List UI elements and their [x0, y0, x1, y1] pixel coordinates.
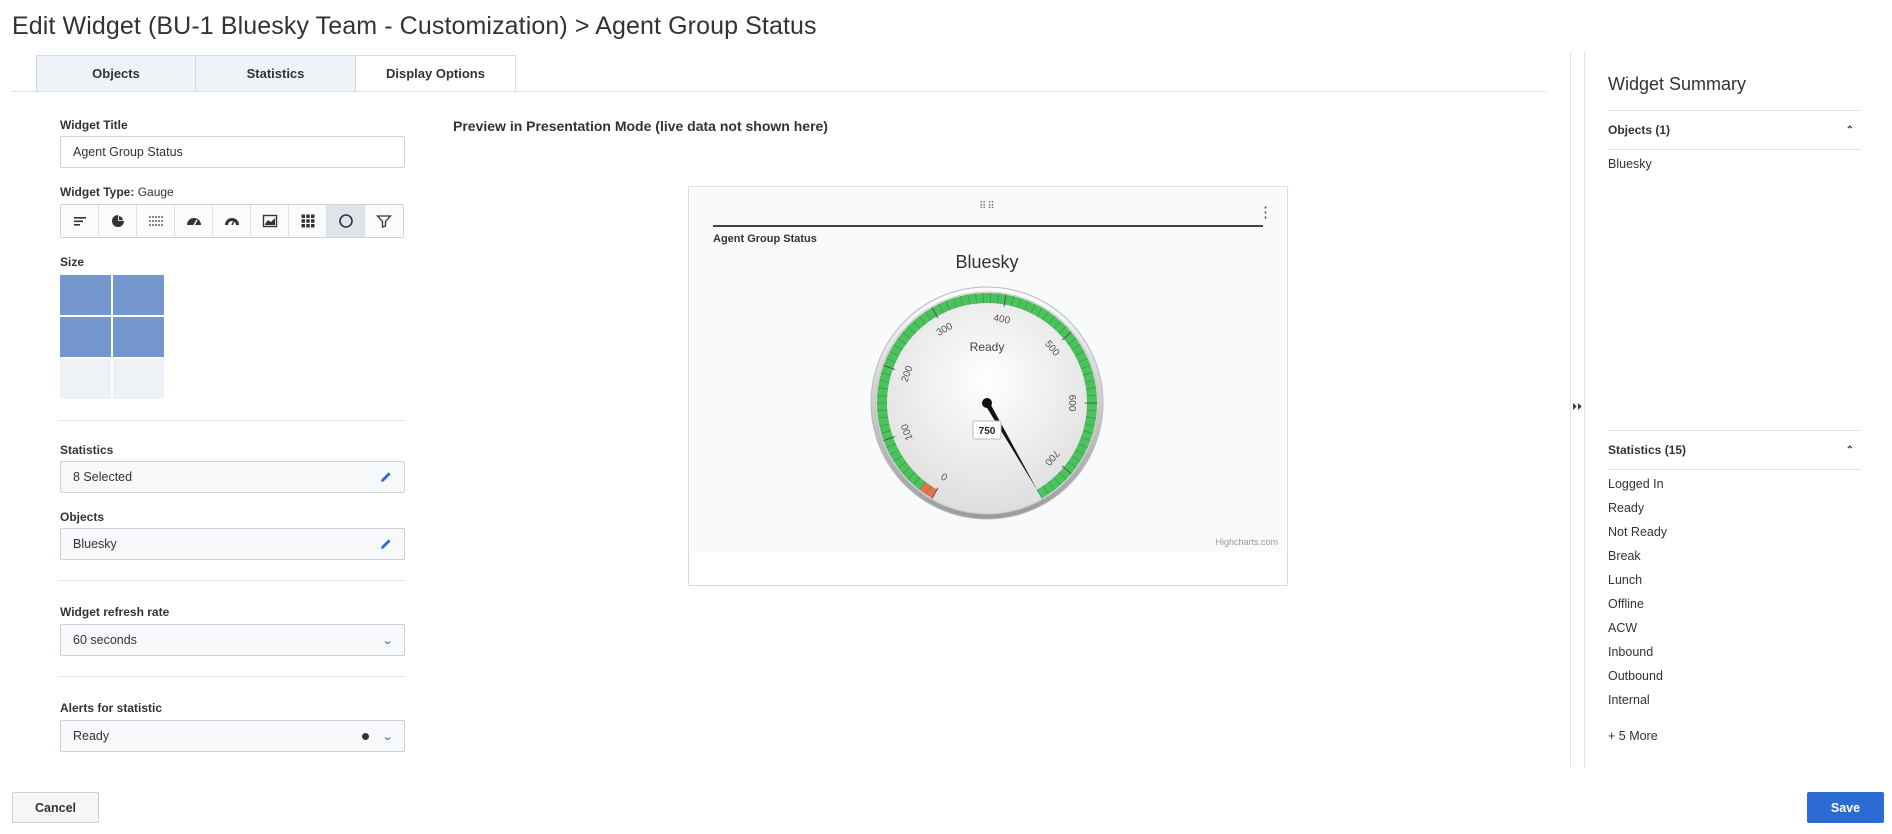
- dot-matrix-icon: [148, 216, 163, 226]
- chart-credits[interactable]: Highcharts.com: [1215, 537, 1278, 547]
- chevron-down-icon: ⌄: [381, 730, 394, 743]
- section-divider: [60, 580, 405, 581]
- line-chart-icon: [262, 214, 277, 228]
- summary-statistic-item: Offline: [1608, 597, 1644, 611]
- type-half-gauge-button[interactable]: [175, 205, 213, 237]
- tab-objects[interactable]: Objects: [36, 55, 196, 91]
- summary-panel-border: [1584, 52, 1585, 767]
- grid-icon: [301, 214, 314, 228]
- cancel-button[interactable]: Cancel: [12, 792, 99, 823]
- summary-statistic-item: Lunch: [1608, 573, 1643, 587]
- size-cell[interactable]: [113, 317, 164, 357]
- gauge-tick-label: 600: [1066, 395, 1077, 412]
- gauge-title: Bluesky: [955, 252, 1018, 272]
- alert-status-dot-icon: [361, 732, 369, 740]
- card-title: Agent Group Status: [713, 233, 817, 245]
- size-cell[interactable]: [113, 275, 164, 315]
- edit-objects-icon[interactable]: [380, 538, 392, 550]
- summary-objects-header-label: Objects (1): [1608, 123, 1671, 137]
- summary-panel-border: [1570, 52, 1571, 767]
- chevron-down-icon: ⌄: [381, 634, 394, 647]
- gauge-series-label: Ready: [970, 340, 1005, 354]
- size-label: Size: [60, 255, 85, 269]
- type-grid-button[interactable]: [289, 205, 327, 237]
- type-pie-chart-button[interactable]: [99, 205, 137, 237]
- card-title-rule: [713, 225, 1263, 227]
- bar-chart-icon: [73, 217, 86, 226]
- widget-type-label: Widget Type: Gauge: [60, 185, 174, 199]
- summary-statistics-header-label: Statistics (15): [1608, 443, 1687, 457]
- refresh-rate-select[interactable]: 60 seconds ⌄: [60, 624, 405, 656]
- refresh-rate-value: 60 seconds: [73, 633, 137, 647]
- summary-statistic-item: Ready: [1608, 501, 1645, 515]
- objects-value: Bluesky: [73, 537, 117, 551]
- section-divider: [60, 420, 405, 421]
- summary-statistic-item: Inbound: [1608, 645, 1654, 659]
- alerts-select[interactable]: Ready ⌄: [60, 720, 405, 752]
- objects-label: Objects: [60, 510, 105, 524]
- statistics-label: Statistics: [60, 443, 114, 457]
- summary-statistics-header[interactable]: Statistics (15) ⌃: [1608, 430, 1860, 470]
- widget-type-label-text: Widget Type:: [60, 185, 135, 199]
- statistics-field[interactable]: 8 Selected: [60, 461, 405, 493]
- type-bar-chart-button[interactable]: [61, 205, 99, 237]
- widget-type-selector: [60, 204, 404, 238]
- half-gauge-icon: [186, 218, 201, 226]
- objects-field[interactable]: Bluesky: [60, 528, 405, 560]
- gauge-chart: Bluesky0100200300400500600700Ready750: [870, 252, 1104, 520]
- size-grid: [60, 275, 164, 399]
- summary-statistic-item: Internal: [1608, 693, 1650, 707]
- tabs-divider: [12, 91, 1547, 92]
- refresh-rate-label: Widget refresh rate: [60, 605, 170, 619]
- chevron-up-icon: ⌃: [1845, 124, 1854, 136]
- type-line-chart-button[interactable]: [251, 205, 289, 237]
- summary-statistic-item: ACW: [1608, 621, 1638, 635]
- summary-statistic-item: Outbound: [1608, 669, 1663, 683]
- summary-object-item: Bluesky: [1608, 157, 1652, 171]
- summary-statistic-item: Not Ready: [1608, 525, 1668, 539]
- widget-title-value: Agent Group Status: [73, 145, 183, 159]
- tab-statistics[interactable]: Statistics: [196, 55, 356, 91]
- section-divider: [60, 676, 405, 677]
- drag-handle-icon[interactable]: ⠿⠿: [979, 201, 996, 212]
- alerts-label: Alerts for statistic: [60, 701, 163, 715]
- gauge-value-label: 750: [979, 426, 996, 437]
- more-options-icon[interactable]: ⋮: [1258, 205, 1273, 220]
- pie-chart-icon: [111, 215, 124, 227]
- tab-display-options[interactable]: Display Options: [356, 55, 516, 91]
- widget-title-input[interactable]: Agent Group Status: [60, 136, 405, 168]
- statistics-value: 8 Selected: [73, 470, 133, 484]
- circle-gauge-icon: [338, 214, 353, 228]
- type-dot-matrix-button[interactable]: [137, 205, 175, 237]
- preview-label: Preview in Presentation Mode (live data …: [453, 118, 828, 134]
- widget-preview-card: ⠿⠿ ⋮ Agent Group Status Bluesky 0 100 200 30…: [688, 186, 1288, 586]
- collapse-panel-icon[interactable]: ⏵⏵: [1572, 402, 1582, 413]
- summary-more-link[interactable]: + 5 More: [1608, 729, 1658, 743]
- size-cell[interactable]: [60, 317, 111, 357]
- type-circle-gauge-button[interactable]: [327, 205, 365, 237]
- save-button[interactable]: Save: [1807, 792, 1884, 823]
- summary-statistic-item: Logged In: [1608, 477, 1664, 491]
- size-cell[interactable]: [60, 275, 111, 315]
- size-cell[interactable]: [60, 359, 111, 399]
- alerts-value: Ready: [73, 729, 110, 743]
- summary-objects-header[interactable]: Objects (1) ⌃: [1608, 110, 1860, 150]
- widget-type-value: Gauge: [137, 185, 174, 199]
- summary-statistic-item: Break: [1608, 549, 1641, 563]
- widget-title-label: Widget Title: [60, 118, 128, 132]
- type-funnel-button[interactable]: [365, 205, 403, 237]
- speedometer-icon: [224, 218, 239, 226]
- page-title: Edit Widget (BU-1 Bluesky Team - Customi…: [12, 12, 817, 40]
- tab-bar: Objects Statistics Display Options: [36, 55, 516, 91]
- funnel-icon: [376, 215, 392, 228]
- type-speedometer-button[interactable]: [213, 205, 251, 237]
- chevron-up-icon: ⌃: [1845, 444, 1854, 456]
- summary-title: Widget Summary: [1608, 74, 1747, 94]
- gauge-pivot: [982, 398, 992, 408]
- size-cell[interactable]: [113, 359, 164, 399]
- edit-statistics-icon[interactable]: [380, 471, 392, 483]
